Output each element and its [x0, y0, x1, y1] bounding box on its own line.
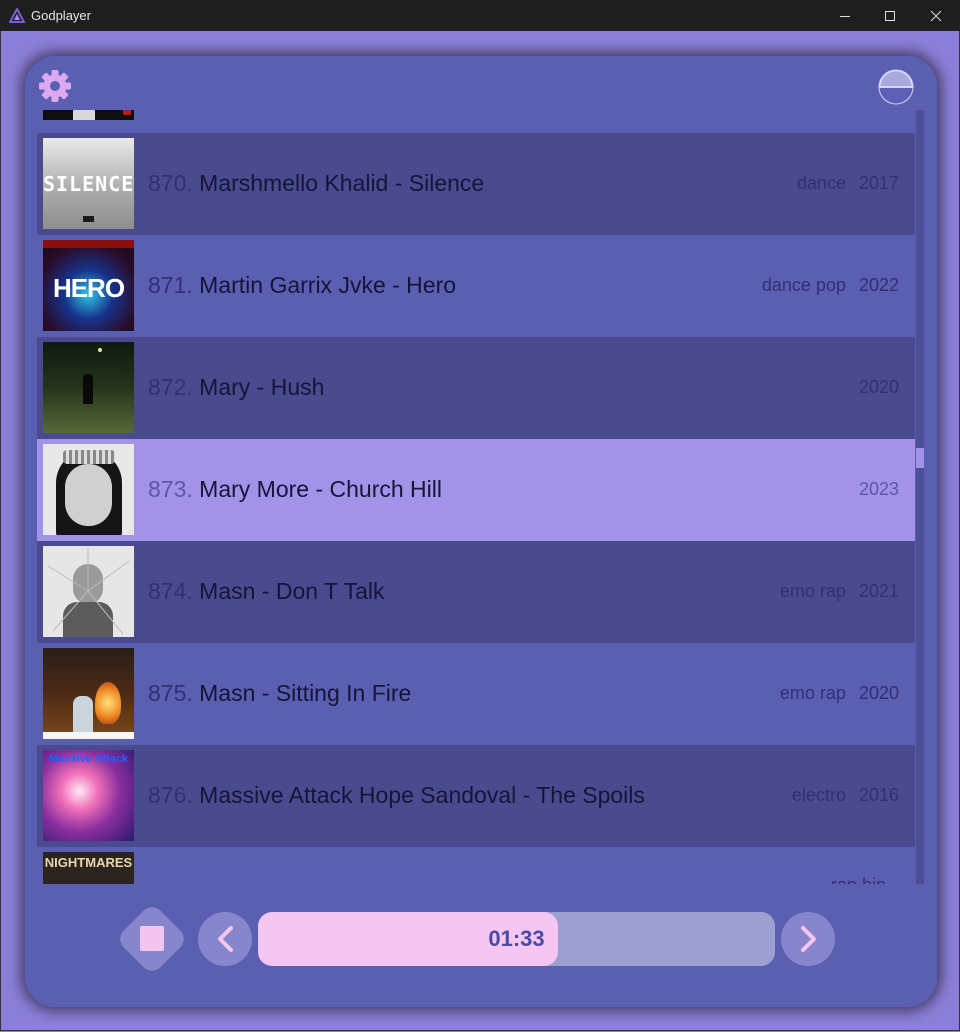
album-cover: Massive Attack	[43, 750, 134, 841]
chevron-right-icon	[801, 926, 816, 952]
track-year: 2021	[858, 581, 899, 601]
track-row[interactable]: Massive Attack 876. Massive Attack Hope …	[37, 745, 915, 847]
track-title: 876. Massive Attack Hope Sandoval - The …	[148, 782, 645, 809]
cover-text: NIGHTMARES	[44, 855, 133, 870]
track-row[interactable]: 874. Masn - Don T Talk emo rap 2021	[37, 541, 915, 643]
track-row[interactable]: NIGHTMARES rap hip	[37, 847, 915, 884]
track-number: 875.	[148, 680, 193, 706]
track-name: Marshmello Khalid - Silence	[199, 170, 485, 196]
cracked-glass-icon	[47, 548, 130, 635]
track-year: 2017	[858, 173, 899, 193]
track-name: Masn - Don T Talk	[199, 578, 385, 604]
track-meta: 2023	[859, 479, 899, 500]
track-year: 2020	[858, 377, 899, 397]
half-circle-icon[interactable]	[878, 69, 914, 105]
list-scrollbar[interactable]	[916, 110, 924, 884]
scrollbar-thumb[interactable]	[916, 448, 924, 468]
album-cover	[43, 342, 134, 433]
track-name: Mary - Hush	[199, 374, 325, 400]
maximize-icon	[885, 10, 895, 21]
app-logo-icon	[9, 8, 25, 23]
track-title: 875. Masn - Sitting In Fire	[148, 680, 411, 707]
gear-icon[interactable]	[38, 69, 72, 103]
title-bar: Godplayer	[0, 0, 960, 31]
album-cover	[43, 648, 134, 739]
track-title: 871. Martin Garrix Jvke - Hero	[148, 272, 456, 299]
minimize-button[interactable]	[822, 0, 868, 31]
track-number: 872.	[148, 374, 193, 400]
track-list[interactable]: SILENCE 870. Marshmello Khalid - Silence…	[37, 110, 915, 884]
track-genre: emo rap	[779, 683, 846, 703]
album-cover	[43, 444, 134, 535]
track-genre: electro	[791, 785, 846, 805]
track-name: Martin Garrix Jvke - Hero	[199, 272, 457, 298]
track-genre: dance pop	[761, 275, 846, 295]
track-title: 870. Marshmello Khalid - Silence	[148, 170, 484, 197]
track-meta: emo rap 2021	[780, 581, 899, 602]
track-row[interactable]: SILENCE 870. Marshmello Khalid - Silence…	[37, 133, 915, 235]
stop-icon	[140, 926, 164, 951]
maximize-button[interactable]	[867, 0, 913, 31]
track-number: 873.	[148, 476, 193, 502]
previous-button[interactable]	[198, 912, 252, 966]
track-year: 2023	[858, 479, 899, 499]
album-cover	[43, 110, 134, 120]
track-title: 872. Mary - Hush	[148, 374, 324, 401]
progress-bar[interactable]: 01:33	[258, 912, 775, 966]
album-cover: SILENCE	[43, 138, 134, 229]
next-button[interactable]	[781, 912, 835, 966]
track-year: 2016	[858, 785, 899, 805]
track-title: 874. Masn - Don T Talk	[148, 578, 385, 605]
track-year: 2022	[858, 275, 899, 295]
track-row[interactable]: HERO 871. Martin Garrix Jvke - Hero danc…	[37, 235, 915, 337]
cover-text: HERO	[52, 273, 125, 303]
track-row[interactable]	[37, 110, 915, 126]
track-number: 870.	[148, 170, 193, 196]
track-genre: emo rap	[779, 581, 846, 601]
close-button[interactable]	[913, 0, 959, 31]
track-row[interactable]: 872. Mary - Hush 2020	[37, 337, 915, 439]
album-cover: HERO	[43, 240, 134, 331]
track-name: Masn - Sitting In Fire	[199, 680, 412, 706]
track-number: 871.	[148, 272, 193, 298]
track-name: Massive Attack Hope Sandoval - The Spoil…	[199, 782, 645, 808]
track-row-selected[interactable]: 873. Mary More - Church Hill 2023	[37, 439, 915, 541]
track-meta: electro 2016	[792, 785, 899, 806]
cover-text: Massive Attack	[48, 753, 129, 765]
track-meta: 2020	[859, 377, 899, 398]
track-row[interactable]: 875. Masn - Sitting In Fire emo rap 2020	[37, 643, 915, 745]
close-icon	[930, 10, 942, 21]
album-cover	[43, 546, 134, 637]
track-number: 876.	[148, 782, 193, 808]
track-meta: emo rap 2020	[780, 683, 899, 704]
elapsed-time: 01:33	[488, 926, 545, 951]
window-title: Godplayer	[31, 8, 91, 23]
track-name: Mary More - Church Hill	[199, 476, 442, 502]
track-genre: dance	[796, 173, 846, 193]
track-meta: rap hip	[831, 875, 899, 884]
track-genre: rap hip	[831, 875, 886, 884]
track-number: 874.	[148, 578, 193, 604]
track-title: 873. Mary More - Church Hill	[148, 476, 442, 503]
album-cover: NIGHTMARES	[43, 852, 134, 884]
track-meta: dance pop 2022	[762, 275, 899, 296]
cover-text: SILENCE	[43, 172, 134, 196]
track-year: 2020	[858, 683, 899, 703]
minimize-icon	[840, 15, 850, 17]
chevron-left-icon	[218, 926, 233, 952]
track-meta: dance 2017	[797, 173, 899, 194]
